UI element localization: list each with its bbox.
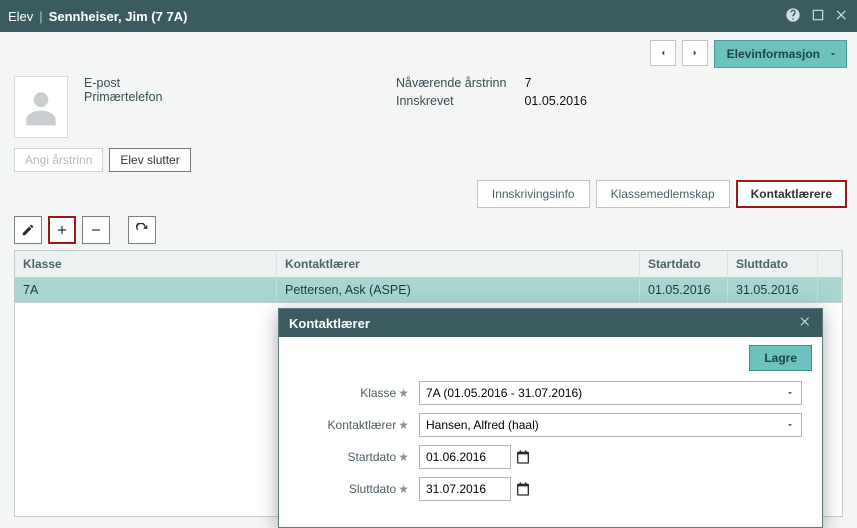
- view-toolbar: Elevinformasjon: [0, 32, 857, 76]
- startdato-input[interactable]: 01.06.2016: [419, 445, 511, 469]
- col-startdato[interactable]: Startdato: [640, 251, 728, 278]
- refresh-button[interactable]: [128, 216, 156, 244]
- title-separator: |: [39, 9, 42, 24]
- title-student-name: Sennheiser, Jim (7 7A): [49, 9, 188, 24]
- prev-button[interactable]: [650, 40, 676, 66]
- col-kontaktlaerer[interactable]: Kontaktlærer: [277, 251, 640, 278]
- student-info-block: E-post Primærtelefon Nåværende årstrinn …: [0, 76, 857, 148]
- grade-value: 7: [524, 76, 587, 94]
- tab-contact-teachers[interactable]: Kontaktlærere: [736, 180, 847, 208]
- chevron-down-icon: [785, 420, 795, 430]
- next-button[interactable]: [682, 40, 708, 66]
- primary-phone-label: Primærtelefon: [84, 90, 380, 104]
- col-extra: [818, 251, 842, 278]
- maximize-icon[interactable]: [811, 8, 825, 25]
- kontaktlaerer-select-value: Hansen, Alfred (haal): [426, 418, 539, 432]
- action-row: Angi årstrinn Elev slutter: [0, 148, 857, 180]
- startdato-value: 01.06.2016: [426, 450, 486, 464]
- modal-titlebar: Kontaktlærer: [279, 309, 822, 337]
- save-button[interactable]: Lagre: [749, 345, 812, 371]
- grid-toolbar: [0, 208, 857, 250]
- cell-klasse: 7A: [15, 278, 277, 303]
- grid-header: Klasse Kontaktlærer Startdato Sluttdato: [15, 251, 842, 278]
- sluttdato-input[interactable]: 31.07.2016: [419, 477, 511, 501]
- close-icon[interactable]: [835, 8, 849, 25]
- remove-button[interactable]: [82, 216, 110, 244]
- enrolled-label: Innskrevet: [396, 94, 506, 112]
- set-grade-button[interactable]: Angi årstrinn: [14, 148, 103, 172]
- label-klasse: Klasse: [360, 386, 396, 400]
- col-klasse[interactable]: Klasse: [15, 251, 277, 278]
- title-prefix: Elev: [8, 9, 33, 24]
- edit-button[interactable]: [14, 216, 42, 244]
- contact-teacher-modal: Kontaktlærer Lagre Klasse★ 7A (01.05.201…: [278, 308, 823, 528]
- calendar-icon[interactable]: [515, 449, 531, 465]
- tabs: Innskrivingsinfo Klassemedlemskap Kontak…: [0, 180, 857, 208]
- view-dropdown-label: Elevinformasjon: [727, 47, 820, 61]
- cell-startdato: 01.05.2016: [640, 278, 728, 303]
- label-kontaktlaerer: Kontaktlærer: [328, 418, 397, 432]
- label-sluttdato: Sluttdato: [349, 482, 396, 496]
- chevron-down-icon: [785, 388, 795, 398]
- col-sluttdato[interactable]: Sluttdato: [728, 251, 818, 278]
- enrolled-value: 01.05.2016: [524, 94, 587, 112]
- view-dropdown[interactable]: Elevinformasjon: [714, 40, 847, 68]
- tab-class-membership[interactable]: Klassemedlemskap: [596, 180, 730, 208]
- klasse-select[interactable]: 7A (01.05.2016 - 31.07.2016): [419, 381, 802, 405]
- chevron-down-icon: [828, 49, 838, 59]
- window-titlebar: Elev | Sennheiser, Jim (7 7A): [0, 0, 857, 32]
- calendar-icon[interactable]: [515, 481, 531, 497]
- add-button[interactable]: [48, 216, 76, 244]
- table-row[interactable]: 7A Pettersen, Ask (ASPE) 01.05.2016 31.0…: [15, 278, 842, 303]
- kontaktlaerer-select[interactable]: Hansen, Alfred (haal): [419, 413, 802, 437]
- modal-title: Kontaktlærer: [289, 316, 370, 331]
- avatar: [14, 76, 68, 138]
- student-leaves-button[interactable]: Elev slutter: [109, 148, 190, 172]
- modal-close-icon[interactable]: [799, 315, 812, 331]
- label-startdato: Startdato: [348, 450, 397, 464]
- help-icon[interactable]: [785, 7, 801, 26]
- sluttdato-value: 31.07.2016: [426, 482, 486, 496]
- klasse-select-value: 7A (01.05.2016 - 31.07.2016): [426, 386, 582, 400]
- tab-enrollment[interactable]: Innskrivingsinfo: [477, 180, 590, 208]
- cell-sluttdato: 31.05.2016: [728, 278, 818, 303]
- grade-label: Nåværende årstrinn: [396, 76, 506, 94]
- email-label: E-post: [84, 76, 380, 90]
- cell-kontaktlaerer: Pettersen, Ask (ASPE): [277, 278, 640, 303]
- cell-extra: [818, 278, 842, 303]
